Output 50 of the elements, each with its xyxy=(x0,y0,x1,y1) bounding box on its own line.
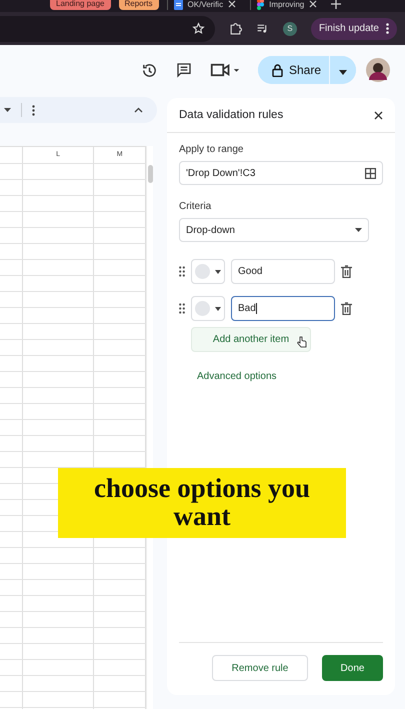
video-camera-icon[interactable] xyxy=(210,62,240,78)
item-input[interactable]: Good xyxy=(231,259,335,284)
share-options-button[interactable] xyxy=(329,56,356,84)
advanced-options-link[interactable]: Advanced options xyxy=(197,371,383,382)
user-avatar[interactable] xyxy=(366,58,390,82)
comment-icon[interactable] xyxy=(176,62,192,78)
tab-group[interactable]: Reports xyxy=(118,0,159,10)
remove-rule-button[interactable]: Remove rule xyxy=(212,655,308,681)
trash-icon[interactable] xyxy=(341,302,352,315)
color-picker[interactable] xyxy=(191,296,225,321)
caret-icon xyxy=(339,70,347,74)
add-item-button[interactable]: Add another item xyxy=(191,327,311,352)
trash-icon[interactable] xyxy=(341,265,352,278)
tab-title: OK/Verific xyxy=(188,0,224,8)
star-icon[interactable] xyxy=(192,22,205,35)
field-label: Criteria xyxy=(179,201,212,212)
browser-tab[interactable]: Improving xyxy=(250,0,324,10)
caption-text: choose options you want xyxy=(58,468,346,538)
caret-icon[interactable] xyxy=(4,108,11,112)
color-picker[interactable] xyxy=(191,259,225,284)
grid-icon[interactable] xyxy=(365,168,376,178)
browser-tab[interactable]: OK/Verific xyxy=(166,0,242,10)
more-icon xyxy=(386,23,389,34)
range-field[interactable]: 'Drop Down'!C3 xyxy=(179,161,383,185)
scrollbar-thumb[interactable] xyxy=(148,165,152,183)
caret-icon xyxy=(215,270,221,274)
caret-icon xyxy=(355,228,362,232)
lock-icon xyxy=(272,64,283,76)
drag-handle-icon[interactable] xyxy=(179,266,185,277)
document-icon xyxy=(174,0,183,10)
update-button[interactable]: Finish update xyxy=(310,18,397,40)
close-icon[interactable] xyxy=(374,110,383,120)
hand-cursor-icon xyxy=(297,336,307,348)
profile-avatar[interactable]: S xyxy=(282,22,297,36)
field-label: Apply to range xyxy=(179,144,244,155)
history-icon[interactable] xyxy=(140,62,158,78)
collapse-icon[interactable] xyxy=(134,107,143,113)
app-icon xyxy=(257,0,264,10)
item-input[interactable]: Bad xyxy=(231,296,335,321)
tab-title: Improving xyxy=(269,0,304,8)
caret-icon xyxy=(215,306,221,310)
panel-title: Data validation rules xyxy=(179,109,284,121)
extension-icon[interactable] xyxy=(228,22,242,35)
done-button[interactable]: Done xyxy=(322,655,383,681)
media-icon[interactable] xyxy=(256,22,269,35)
more-icon[interactable] xyxy=(32,104,35,116)
drag-handle-icon[interactable] xyxy=(179,303,185,314)
tab-group[interactable]: Landing page xyxy=(50,0,110,10)
new-tab-icon[interactable] xyxy=(331,0,342,9)
criteria-dropdown[interactable]: Drop-down xyxy=(179,218,369,242)
